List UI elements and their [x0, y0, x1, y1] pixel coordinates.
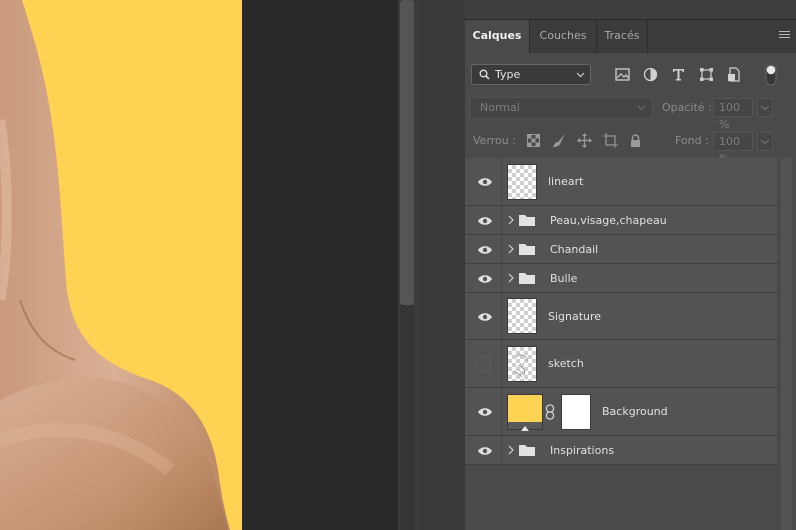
layer-group-bulle[interactable]: Bulle: [465, 264, 777, 293]
layer-name: Background: [602, 405, 668, 418]
layer-mask-thumbnail[interactable]: [561, 394, 591, 430]
eye-icon[interactable]: [477, 312, 493, 322]
folder-icon: [519, 244, 535, 255]
layer-name: Inspirations: [550, 444, 615, 457]
skin-painting: [0, 0, 230, 530]
eye-icon[interactable]: [477, 245, 493, 255]
layer-group-peau-visage-chapeau[interactable]: Peau,visage,chapeau: [465, 206, 777, 235]
filter-type-dropdown[interactable]: Type: [471, 64, 591, 85]
chevron-down-icon: [760, 105, 770, 111]
eye-icon[interactable]: [477, 177, 493, 187]
lock-label: Verrou :: [473, 134, 516, 147]
filter-type-label: Type: [495, 68, 521, 81]
eye-icon[interactable]: [477, 407, 493, 417]
layers-scrollbar-track[interactable]: [781, 158, 792, 530]
layer-name: sketch: [548, 357, 584, 370]
layer-row-lineart[interactable]: lineart: [465, 158, 777, 206]
chevron-right-icon[interactable]: [507, 445, 515, 455]
text-filter-icon[interactable]: [671, 67, 686, 82]
lock-image-pixels-icon[interactable]: [552, 133, 567, 148]
layer-name: Chandail: [550, 243, 599, 256]
canvas-scrollbar-thumb[interactable]: [400, 0, 414, 305]
chevron-down-icon: [576, 72, 585, 78]
panel-tab-bar: Calques Couches Tracés: [465, 20, 796, 53]
search-icon: [479, 69, 490, 80]
visibility-column-divider: [501, 264, 502, 292]
chevron-right-icon[interactable]: [507, 215, 515, 225]
thumbnail-marker: [521, 426, 529, 431]
tab-couches[interactable]: Couches: [530, 20, 597, 53]
layer-thumbnail: [507, 164, 537, 200]
layer-name: Signature: [548, 310, 602, 323]
visibility-column-divider: [501, 293, 502, 339]
layer-thumbnail-yellow: [507, 394, 543, 431]
eye-icon[interactable]: [477, 446, 493, 456]
panel-divider: [420, 0, 465, 530]
eye-icon[interactable]: [477, 274, 493, 284]
visibility-column-divider: [501, 388, 502, 435]
opacity-input[interactable]: 100 %: [713, 98, 753, 131]
lock-transparent-pixels-icon[interactable]: [526, 133, 541, 148]
layers-panel: Calques Couches Tracés Type Normal Opaci…: [465, 0, 796, 530]
lock-all-icon[interactable]: [628, 133, 643, 148]
sketch-thumbnail-strokes: [513, 354, 529, 378]
fill-dropdown[interactable]: [757, 132, 773, 151]
visibility-column-divider: [501, 436, 502, 464]
chevron-right-icon[interactable]: [507, 273, 515, 283]
folder-icon: [519, 273, 535, 284]
eye-icon[interactable]: [477, 216, 493, 226]
visibility-column-divider: [501, 340, 502, 387]
lock-artboard-icon[interactable]: [603, 133, 618, 148]
blend-mode-value: Normal: [480, 101, 520, 114]
fill-label: Fond :: [675, 134, 709, 147]
layer-name: Bulle: [550, 272, 578, 285]
tab-calques[interactable]: Calques: [465, 20, 530, 53]
layer-name: Peau,visage,chapeau: [550, 214, 667, 227]
layer-thumbnail: [507, 346, 537, 382]
layer-thumbnail: [507, 298, 537, 334]
layer-filter-row: Type: [465, 53, 796, 93]
link-chain-icon[interactable]: [545, 404, 555, 420]
folder-icon: [519, 445, 535, 456]
opacity-label: Opacité :: [662, 101, 712, 114]
chevron-down-icon: [760, 139, 770, 145]
chevron-down-icon: [637, 105, 646, 111]
smart-object-filter-icon[interactable]: [727, 67, 742, 82]
lock-position-icon[interactable]: [577, 133, 592, 148]
fill-input[interactable]: 100 %: [713, 132, 753, 165]
filter-toggle-switch[interactable]: [765, 64, 777, 86]
blend-mode-dropdown[interactable]: Normal: [469, 97, 653, 119]
layer-group-chandail[interactable]: Chandail: [465, 235, 777, 264]
image-filter-icon[interactable]: [615, 67, 630, 82]
layer-name: lineart: [548, 175, 584, 188]
opacity-dropdown[interactable]: [757, 98, 773, 117]
visibility-column-divider: [501, 158, 502, 205]
layer-row-sketch[interactable]: sketch: [465, 340, 777, 388]
artwork-image: [0, 0, 242, 530]
visibility-column-divider: [501, 235, 502, 263]
thumbnail-fill-indicator: [508, 422, 542, 431]
layer-row-background[interactable]: Background: [465, 388, 777, 436]
panel-header-strip: [465, 0, 796, 20]
adjustment-filter-icon[interactable]: [643, 67, 658, 82]
shape-filter-icon[interactable]: [699, 67, 714, 82]
layer-row-signature[interactable]: Signature: [465, 293, 777, 340]
document-canvas[interactable]: [0, 0, 398, 530]
lock-fill-row: Verrou : Fond : 100 %: [465, 123, 796, 165]
tab-traces[interactable]: Tracés: [597, 20, 648, 53]
layer-group-inspirations[interactable]: Inspirations: [465, 436, 777, 465]
panel-menu-icon[interactable]: [779, 31, 790, 41]
folder-icon: [519, 215, 535, 226]
visibility-column-divider: [501, 206, 502, 234]
visibility-toggle-off[interactable]: [475, 356, 491, 372]
blend-opacity-row: Normal Opacité : 100 %: [465, 93, 796, 131]
layers-list: lineart Peau,visage,chapeau Chandail Bul…: [465, 158, 777, 530]
layers-scrollbar[interactable]: [777, 158, 796, 530]
chevron-right-icon[interactable]: [507, 244, 515, 254]
